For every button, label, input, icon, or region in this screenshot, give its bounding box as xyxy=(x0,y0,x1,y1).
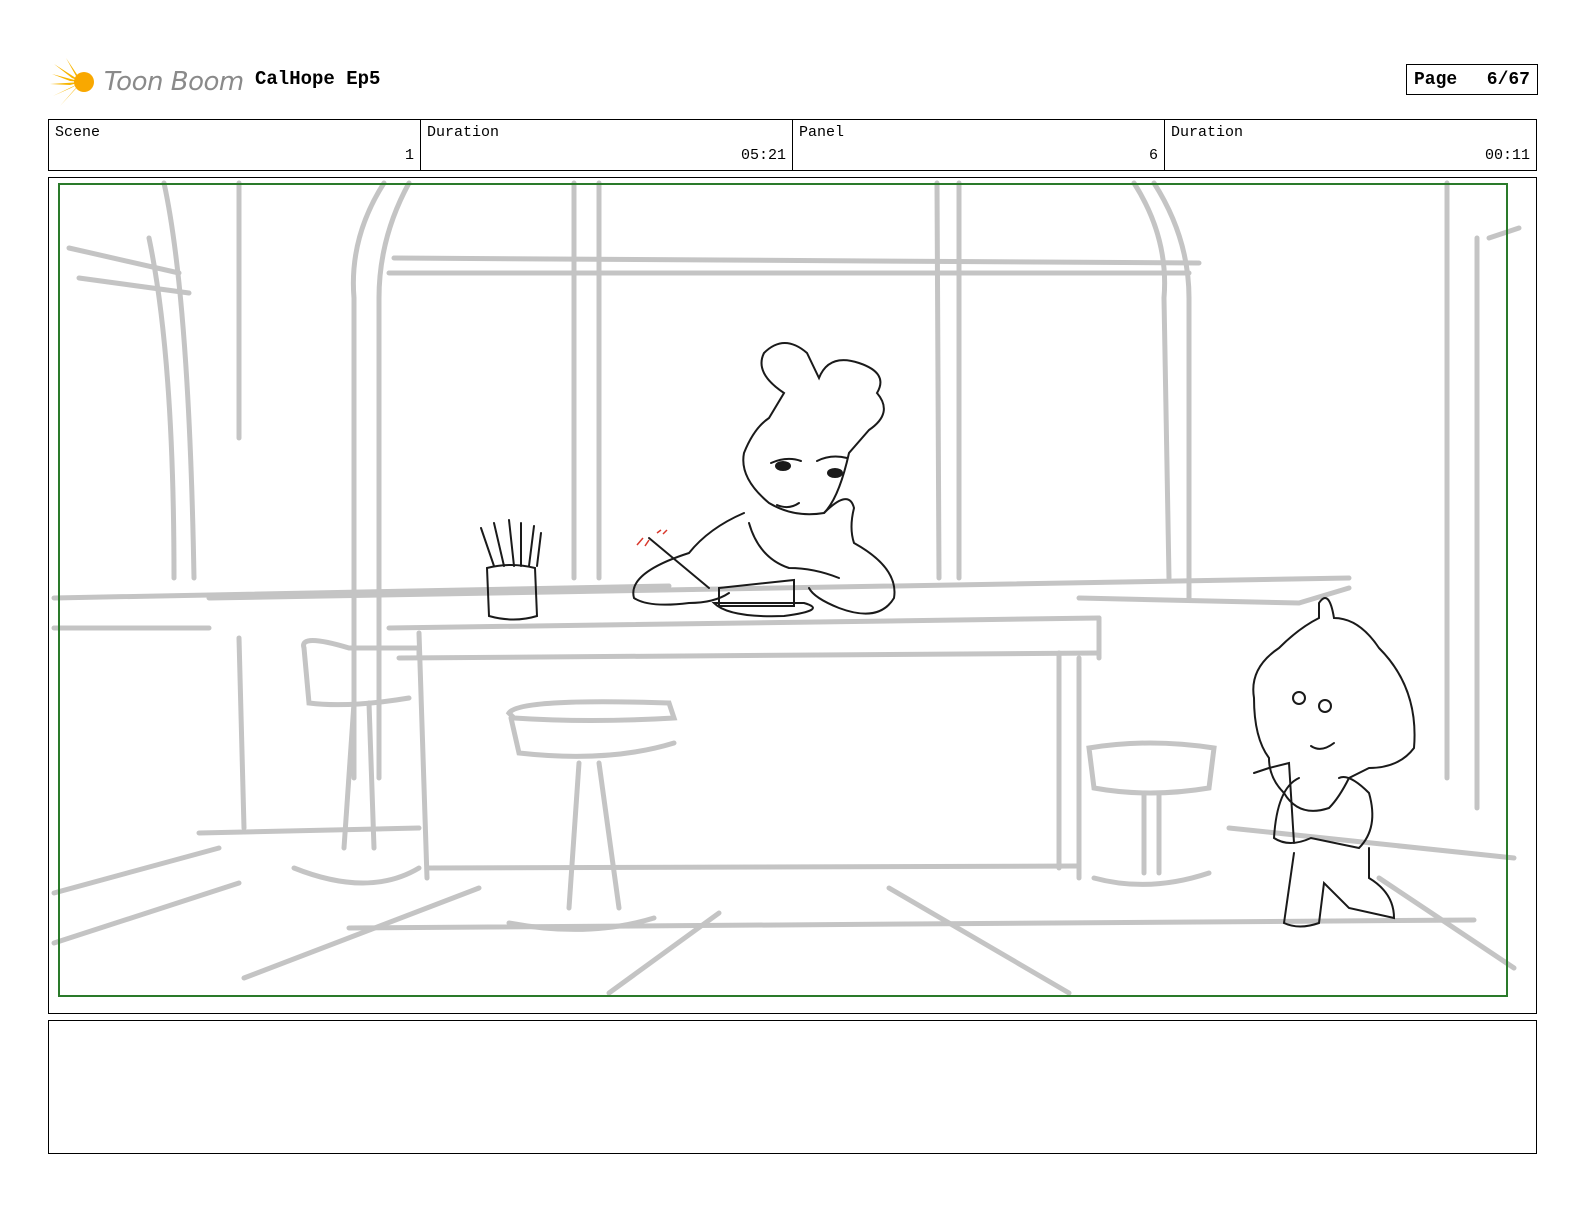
panel-cell: Panel 6 xyxy=(792,120,1164,170)
toon-boom-logo: Toon Boom xyxy=(50,54,244,110)
logo-text: Toon Boom xyxy=(104,67,244,97)
panel-label: Panel xyxy=(799,124,845,141)
panel-value: 6 xyxy=(1148,147,1158,164)
scene-value: 1 xyxy=(404,147,414,164)
cup-holder-sketch xyxy=(480,519,542,621)
sweat-mark xyxy=(636,529,668,547)
panel-notes-box[interactable] xyxy=(48,1020,1537,1154)
panel-duration-label: Duration xyxy=(1171,124,1244,141)
scene-duration-value: 05:21 xyxy=(740,147,786,164)
background-sketch xyxy=(51,180,1522,996)
page-number: 6/67 xyxy=(1486,69,1530,90)
panel-duration-cell: Duration 00:11 xyxy=(1164,120,1536,170)
page-indicator: Page 6/67 xyxy=(1406,64,1538,95)
walking-child-sketch xyxy=(1252,597,1416,928)
sunburst-icon xyxy=(50,58,94,106)
scene-duration-cell: Duration 05:21 xyxy=(420,120,792,170)
panel-duration-value: 00:11 xyxy=(1484,147,1530,164)
scene-duration-label: Duration xyxy=(427,124,500,141)
seated-character-sketch xyxy=(632,342,896,618)
storyboard-header: Toon Boom CalHope Ep5 Page 6/67 xyxy=(50,52,1538,112)
page-label: Page xyxy=(1414,69,1458,90)
scene-label: Scene xyxy=(55,124,101,141)
panel-sketch xyxy=(51,180,1522,997)
project-title: CalHope Ep5 xyxy=(255,68,381,90)
scene-cell: Scene 1 xyxy=(49,120,420,170)
storyboard-panel xyxy=(48,177,1537,1014)
panel-info-row: Scene 1 Duration 05:21 Panel 6 Duration … xyxy=(48,119,1537,171)
